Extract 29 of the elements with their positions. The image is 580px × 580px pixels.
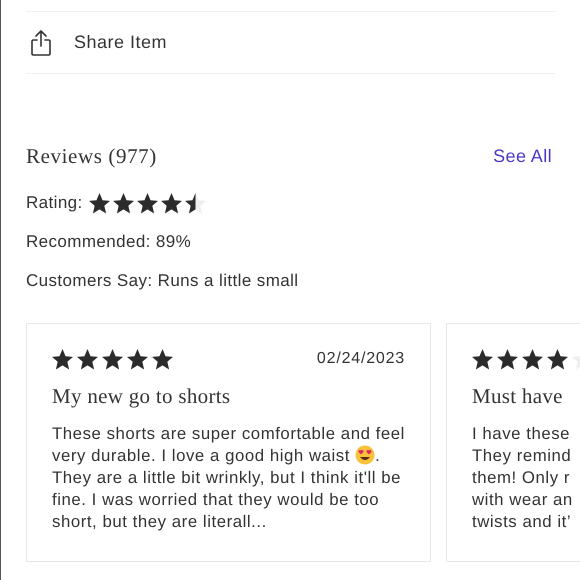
review-text: These shorts are super comfortable and feel very durable. I love a good high waist . They are a little bit wrinkly, but I think it'll be fine. I was worried that they would be too short, but they are literall... [52, 423, 405, 533]
star-icon [472, 348, 493, 370]
share-item-button[interactable]: Share Item [74, 32, 168, 53]
star-icon [112, 192, 134, 214]
reviews-heading: Reviews (977) [26, 144, 157, 169]
review-title: Must have [472, 384, 564, 409]
star-icon [77, 348, 98, 370]
star-icon [522, 348, 543, 370]
star-icon [127, 348, 148, 370]
heart-eyes-emoji-icon [355, 445, 376, 465]
half-star-icon [184, 192, 206, 214]
review-title: My new go to shorts [52, 384, 232, 409]
review-text: I have these They remind them! Only r with wear an twists and it’ [472, 423, 574, 533]
star-icon [160, 192, 182, 214]
star-icon [102, 348, 123, 370]
recommended-text: Recommended: 89% [26, 232, 192, 252]
see-all-link[interactable]: See All [493, 146, 552, 167]
star-icon [547, 348, 568, 370]
review-card[interactable] [26, 323, 431, 562]
review-card[interactable]: Must have I have these They remind them! Only r with wear an twists and it’ [446, 323, 580, 562]
share-icon[interactable] [30, 28, 52, 56]
customers-say-text: Customers Say: Runs a little small [26, 271, 298, 291]
star-icon [152, 348, 173, 370]
star-icon [88, 192, 110, 214]
star-icon [136, 192, 158, 214]
review-date: 02/24/2023 [316, 350, 405, 368]
star-icon [497, 348, 518, 370]
rating-label: Rating: [26, 193, 83, 213]
star-icon [52, 348, 73, 370]
